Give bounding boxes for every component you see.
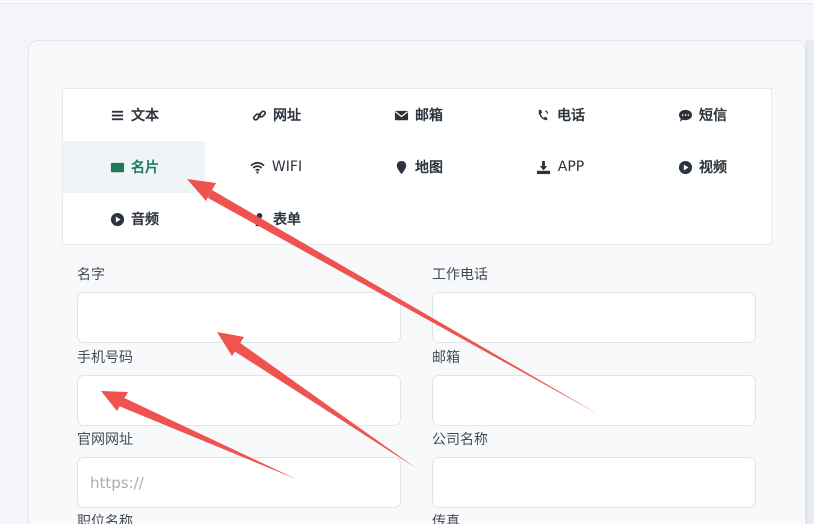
play-circle-icon <box>677 159 693 175</box>
qr-type-tabs: 文本 网址 邮箱 电话 短信 名片 WIFI 地图 APP 视频 音频 表单 <box>62 88 772 245</box>
tab-label: 电话 <box>557 108 585 124</box>
wifi-icon <box>250 159 266 175</box>
mobile-label: 手机号码 <box>77 350 133 366</box>
person-icon <box>251 211 267 227</box>
top-bar <box>0 0 814 4</box>
tab-app[interactable]: APP <box>489 141 631 193</box>
website-label: 官网网址 <box>77 432 133 448</box>
tab-url[interactable]: 网址 <box>205 89 347 141</box>
link-icon <box>251 107 267 123</box>
name-label: 名字 <box>77 267 105 283</box>
fax-label: 传真 <box>432 514 460 524</box>
tab-text[interactable]: 文本 <box>63 89 205 141</box>
work-phone-label: 工作电话 <box>432 267 488 283</box>
tab-label: 音频 <box>131 212 159 228</box>
map-pin-icon <box>393 159 409 175</box>
tab-label: 名片 <box>131 160 159 176</box>
name-input[interactable] <box>77 292 401 343</box>
tab-label: 视频 <box>699 160 727 176</box>
company-label: 公司名称 <box>432 432 488 448</box>
tab-sms[interactable]: 短信 <box>631 89 773 141</box>
company-input[interactable] <box>432 457 756 508</box>
tab-business-card[interactable]: 名片 <box>63 141 205 193</box>
mobile-input[interactable] <box>77 375 401 426</box>
work-phone-input[interactable] <box>432 292 756 343</box>
email-label: 邮箱 <box>432 350 460 366</box>
scrollbar[interactable] <box>806 40 814 524</box>
tab-label: APP <box>557 159 585 175</box>
tab-label: 地图 <box>415 160 443 176</box>
tab-phone[interactable]: 电话 <box>489 89 631 141</box>
play-circle-icon <box>109 211 125 227</box>
list-icon <box>109 107 125 123</box>
sms-icon <box>677 107 693 123</box>
download-icon <box>536 159 552 175</box>
tab-audio[interactable]: 音频 <box>63 193 205 245</box>
id-card-icon <box>109 159 125 175</box>
tab-label: 表单 <box>273 212 301 228</box>
position-label: 职位名称 <box>77 514 133 524</box>
tab-label: 邮箱 <box>415 108 443 124</box>
tab-form[interactable]: 表单 <box>205 193 347 245</box>
tab-label: 网址 <box>273 108 301 124</box>
website-input[interactable] <box>77 457 401 508</box>
envelope-icon <box>393 107 409 123</box>
email-input[interactable] <box>432 375 756 426</box>
tab-video[interactable]: 视频 <box>631 141 773 193</box>
tab-email[interactable]: 邮箱 <box>347 89 489 141</box>
tab-label: 短信 <box>699 108 727 124</box>
tab-label: WIFI <box>271 159 303 175</box>
tab-wifi[interactable]: WIFI <box>205 141 347 193</box>
tab-map[interactable]: 地图 <box>347 141 489 193</box>
tab-label: 文本 <box>131 108 159 124</box>
phone-icon <box>535 107 551 123</box>
